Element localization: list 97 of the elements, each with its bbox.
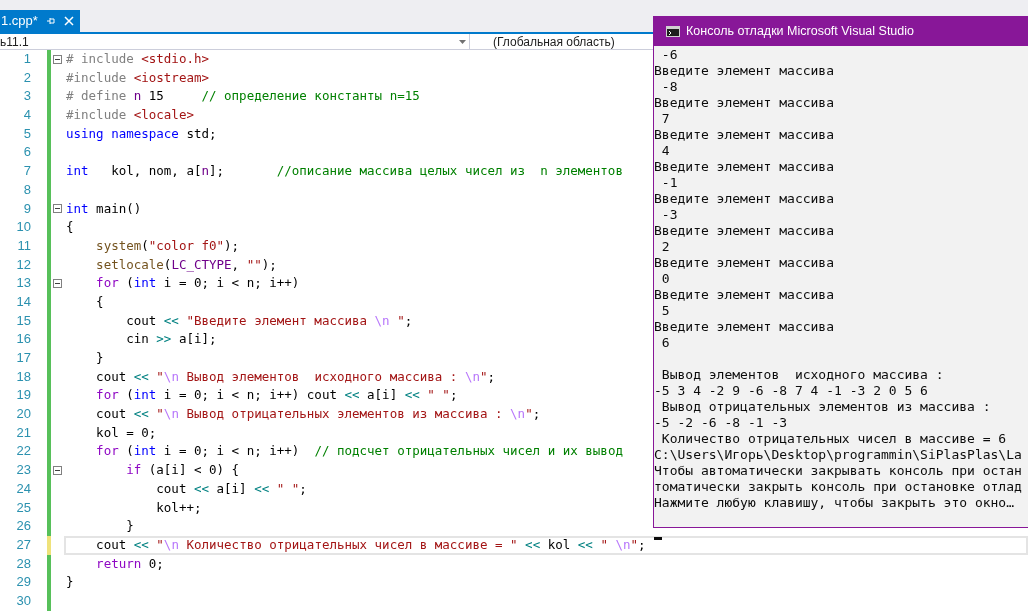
code-line: int main()	[66, 199, 142, 218]
code-line: cout << "\n Вывод отрицательных элементов из массива : \n";	[95, 405, 541, 424]
code-line: system("color f0");	[95, 236, 240, 255]
console-line: Вывод элементов исходного массива :	[660, 367, 944, 383]
line-number: 8	[22, 180, 32, 199]
line-number: 12	[15, 255, 32, 274]
line-number: 28	[15, 554, 32, 573]
code-line: cout << a[i] << " ";	[155, 479, 307, 498]
code-line: if (a[i] < 0) {	[125, 461, 240, 480]
line-number: 17	[15, 349, 32, 367]
line-number: 18	[15, 367, 32, 386]
console-line: Введите элемент массива	[654, 127, 834, 143]
collapse-icon[interactable]	[53, 465, 62, 475]
code-line: for (int i = 0; i < n; i++) // подсчет отрицательных чисел и их вывод	[95, 442, 623, 461]
code-line: # include <stdio.h>	[66, 50, 209, 68]
code-line: {	[95, 292, 104, 311]
console-line: C:\Users\Игорь\Desktop\programmin\SiPlasPlas\La	[654, 447, 1022, 463]
code-line: setlocale(LC_CTYPE, "");	[95, 255, 277, 274]
line-number: 21	[15, 423, 32, 442]
console-line: 7	[660, 111, 670, 127]
line-number: 25	[15, 498, 32, 517]
code-line: #include <iostream>	[66, 68, 209, 87]
line-number: 19	[15, 386, 32, 405]
line-number: 13	[15, 274, 32, 293]
line-number: 29	[15, 573, 32, 592]
console-line: томатически закрыть консоль при остановке отлад	[654, 479, 1022, 495]
pin-icon[interactable]	[45, 16, 56, 26]
line-number: 22	[15, 442, 32, 461]
code-line: using namespace std;	[66, 124, 217, 143]
line-number: 24	[15, 479, 32, 498]
file-tab[interactable]: 1.cpp*	[0, 10, 80, 32]
code-line: return 0;	[95, 554, 164, 573]
console-line: 4	[660, 143, 670, 159]
line-number: 9	[22, 199, 32, 218]
console-line: Введите элемент массива	[654, 255, 834, 271]
line-number: 4	[22, 106, 32, 125]
console-line: Вывод отрицательных элементов из массива :	[660, 399, 991, 415]
collapse-icon[interactable]	[53, 54, 62, 64]
console-line: 2	[660, 239, 670, 255]
console-line: -1	[660, 175, 678, 191]
code-line: for (int i = 0; i < n; i++)	[95, 274, 300, 293]
code-line: for (int i = 0; i < n; i++) cout << a[i] << " ";	[95, 386, 458, 405]
scope-dropdown[interactable]: (Глобальная область)	[493, 34, 615, 49]
line-number: 30	[15, 591, 32, 610]
line-number: 16	[15, 330, 32, 349]
line-number: 2	[22, 68, 32, 87]
code-line: cin >> a[i];	[125, 330, 217, 349]
code-line: }	[66, 573, 74, 592]
console-line: 5	[660, 303, 670, 319]
line-number: 15	[15, 311, 32, 330]
code-line: }	[95, 349, 104, 367]
console-line: -5 -2 -6 -8 -1 -3	[654, 415, 788, 431]
line-number: 11	[16, 236, 32, 255]
code-line: int kol, nom, a[n]; //описание массива целых чисел из n элементов	[66, 162, 623, 181]
code-line: #include <locale>	[66, 106, 194, 125]
console-line: Введите элемент массива	[654, 159, 834, 175]
code-line: cout << "Введите элемент массива \n ";	[125, 311, 413, 330]
line-number: 20	[15, 405, 32, 424]
code-line: kol++;	[155, 498, 202, 517]
code-line: kol = 0;	[95, 423, 157, 442]
console-line: Введите элемент массива	[654, 191, 834, 207]
console-line: -5 3 4 -2 9 -6 -8 7 4 -1 -3 2 0 5 6	[654, 383, 928, 399]
line-number: 1	[22, 50, 32, 68]
console-line: Введите элемент массива	[654, 287, 834, 303]
console-line: Чтобы автоматически закрывать консоль при остан	[654, 463, 1022, 479]
console-title: Консоль отладки Microsoft Visual Studio	[686, 23, 914, 41]
console-line: Количество отрицательных чисел в массиве = 6	[660, 431, 1007, 447]
console-line: 0	[660, 271, 670, 287]
line-number: 26	[15, 517, 32, 536]
console-line: -8	[660, 79, 678, 95]
collapse-icon[interactable]	[53, 204, 62, 214]
console-line: Нажмите любую клавишу, чтобы закрыть это окно…	[654, 495, 1015, 511]
console-line: Введите элемент массива	[654, 95, 834, 111]
dropdown-caret-icon[interactable]	[459, 39, 466, 44]
code-line: cout << "\n Количество отрицательных чисел в массиве = " << kol << " \n";	[95, 535, 646, 554]
close-icon[interactable]	[63, 16, 74, 26]
line-number: 3	[22, 87, 32, 106]
console-line: Введите элемент массива	[654, 223, 834, 239]
console-line: 6	[660, 335, 670, 351]
code-line: # define n 15 // определение константы n=15	[66, 87, 420, 106]
console-icon	[666, 26, 680, 37]
console-line: -3	[660, 207, 678, 223]
line-number: 5	[22, 124, 32, 143]
collapse-icon[interactable]	[53, 279, 62, 289]
line-number: 23	[15, 461, 32, 480]
code-line: }	[125, 517, 134, 536]
line-number: 14	[15, 292, 32, 311]
console-line: Введите элемент массива	[654, 319, 834, 335]
console-line: -6	[660, 47, 678, 63]
line-number: 6	[22, 143, 32, 162]
code-line: {	[66, 218, 74, 237]
line-number: 10	[15, 218, 32, 237]
code-line: cout << "\n Вывод элементов исходного массива : \n";	[95, 367, 496, 386]
project-dropdown[interactable]: ь11.1	[0, 34, 470, 49]
line-number: 7	[22, 162, 32, 181]
console-line: Введите элемент массива	[654, 63, 834, 79]
line-number: 27	[15, 535, 32, 554]
